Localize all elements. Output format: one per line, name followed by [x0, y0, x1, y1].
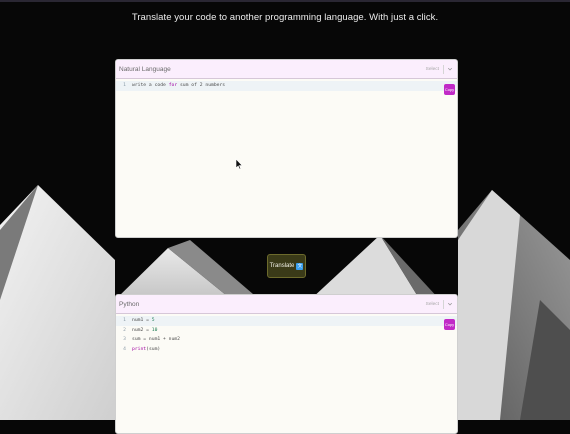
select-divider [443, 64, 444, 74]
panel-header: Python Select [116, 295, 457, 314]
code-token: write a code [132, 83, 169, 89]
code-token: 5 [151, 318, 155, 324]
code-token: print [132, 346, 147, 352]
panel-header: Natural Language Select [116, 60, 457, 79]
python-panel: Python Select 1 num1 = 5 2 num2 = 10 3 sum = … [115, 294, 458, 434]
code-token: num2 = [132, 327, 152, 333]
code-token: sum = num1 + num2 [132, 337, 180, 343]
chevron-down-icon [447, 302, 453, 306]
language-icon: 文 [296, 262, 304, 270]
line-number: 1 [123, 318, 126, 324]
natural-language-panel: Natural Language Select 1 write a code fo… [115, 59, 458, 238]
language-select[interactable]: Select [426, 60, 453, 78]
chevron-down-icon [447, 67, 453, 71]
code-line: 4 print (sum) [116, 345, 457, 355]
code-editor[interactable]: 1 write a code for sum of 2 numbers [116, 79, 457, 91]
code-token: for [168, 83, 178, 89]
code-token: 10 [151, 327, 158, 333]
panel-title: Natural Language [119, 65, 171, 73]
select-label: Select [425, 66, 439, 72]
code-line: 3 sum = num1 + num2 [116, 335, 457, 345]
copy-button[interactable]: Copy [444, 84, 455, 95]
line-number: 1 [123, 83, 126, 89]
line-number: 4 [123, 346, 126, 352]
panel-title: Python [119, 300, 140, 308]
translate-label: Translate [269, 263, 295, 269]
line-number: 2 [123, 327, 126, 333]
code-token: (sum) [146, 346, 161, 352]
page-headline: Translate your code to another programmi… [131, 12, 439, 23]
code-line: 2 num2 = 10 [116, 326, 457, 336]
mouse-pointer-icon [235, 158, 243, 170]
code-line: 1 write a code for sum of 2 numbers [116, 81, 457, 91]
code-token: num1 = [132, 318, 152, 324]
line-number: 3 [123, 337, 126, 343]
translate-button[interactable]: Translate 文 [267, 254, 306, 278]
language-select[interactable]: Select [426, 295, 453, 313]
copy-button[interactable]: Copy [444, 319, 455, 330]
code-line: 1 num1 = 5 [116, 316, 457, 326]
select-divider [443, 299, 444, 309]
code-output[interactable]: 1 num1 = 5 2 num2 = 10 3 sum = num1 + num2 4 pr… [116, 314, 457, 354]
select-label: Select [425, 301, 439, 307]
code-token: sum of 2 numbers [177, 83, 226, 89]
